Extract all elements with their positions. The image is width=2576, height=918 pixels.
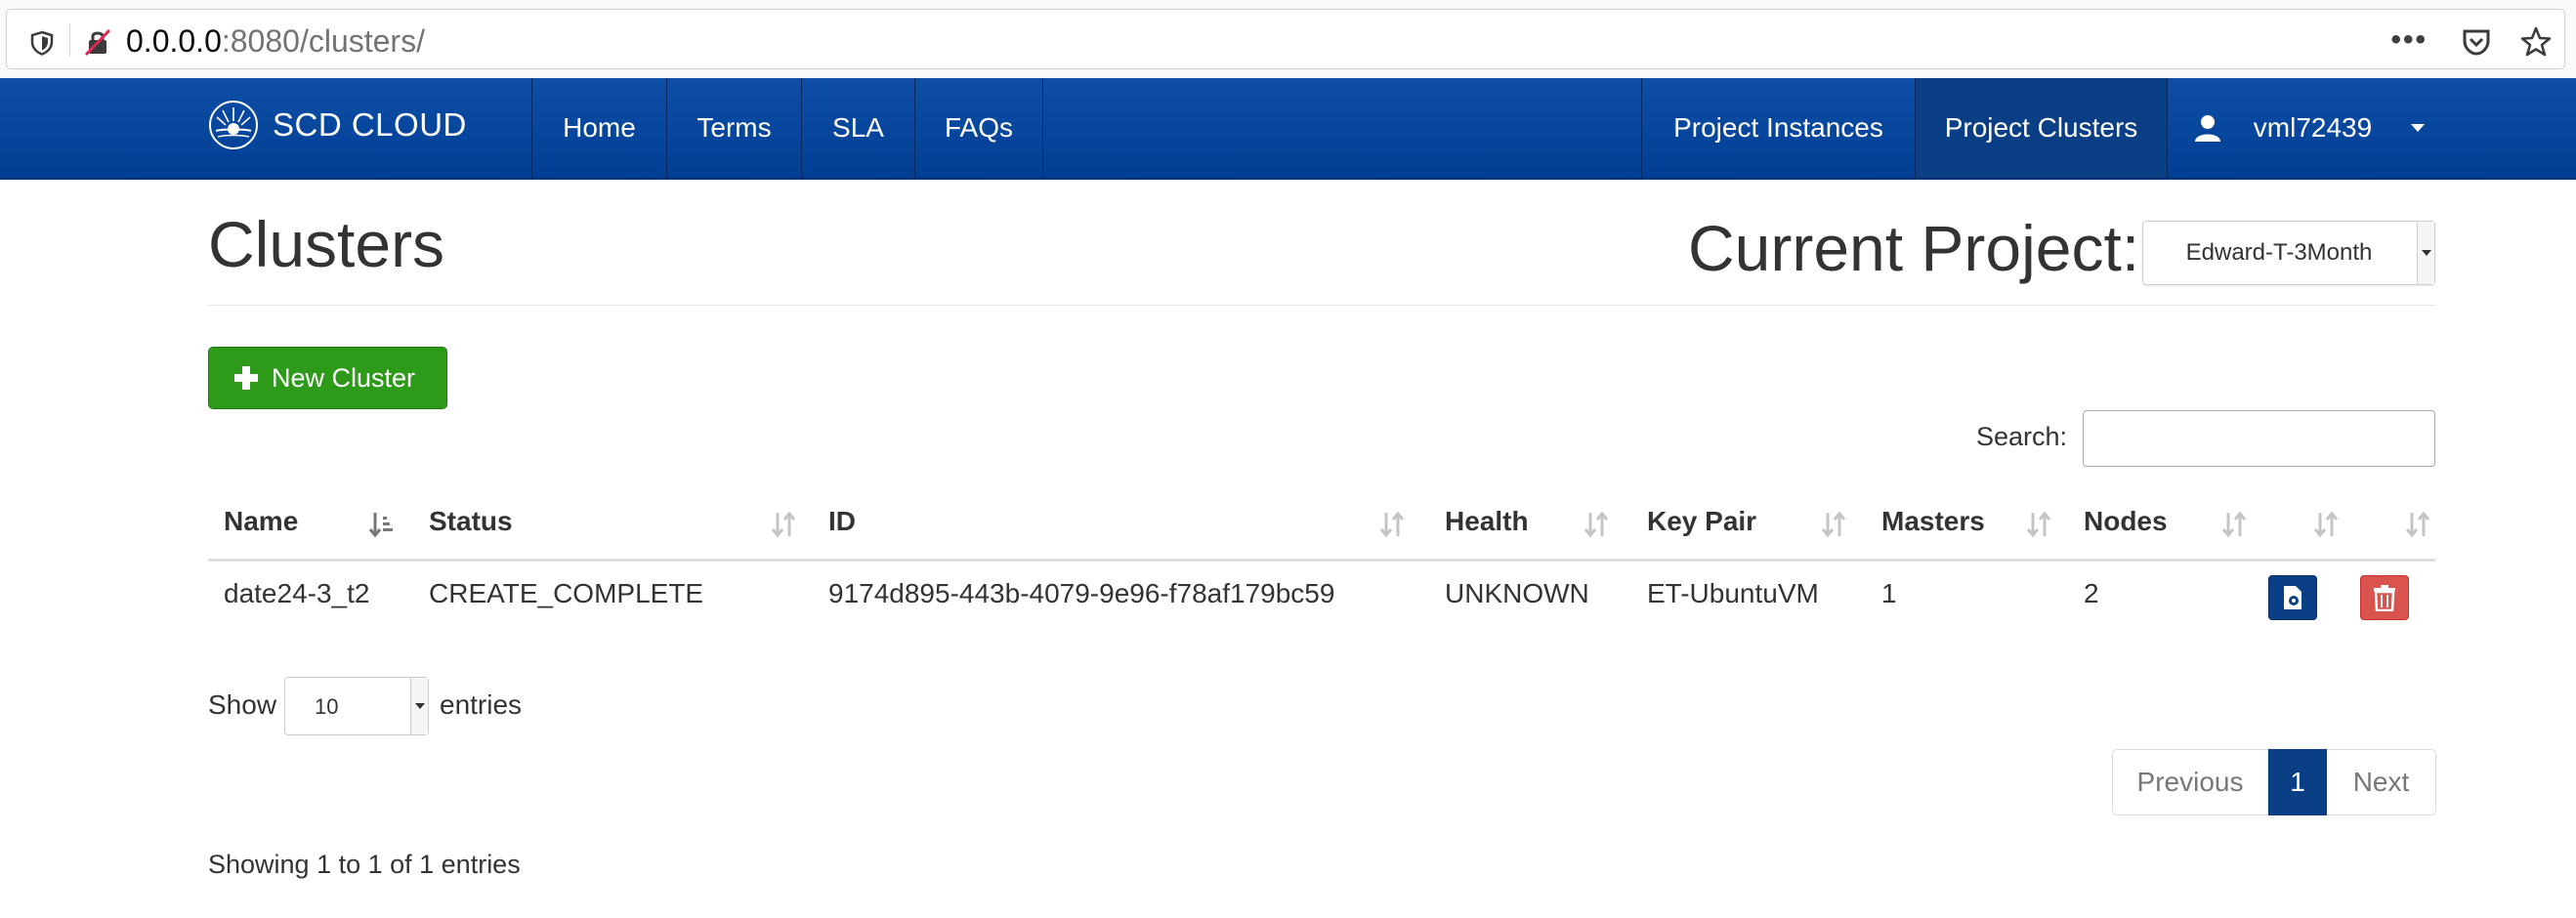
project-select[interactable]: Edward-T-3Month <box>2142 221 2435 285</box>
nav-home[interactable]: Home <box>531 78 666 178</box>
search-label: Search: <box>1976 422 2068 451</box>
page-actions-icon[interactable]: ••• <box>2390 23 2428 57</box>
nav-project-instances[interactable]: Project Instances <box>1641 78 1915 178</box>
pagination: Previous 1 Next <box>2112 749 2436 815</box>
cell-name: date24-3_t2 <box>224 578 370 608</box>
username: vml72439 <box>2253 112 2373 143</box>
project-select-value: Edward-T-3Month <box>2185 239 2373 266</box>
page-length-value: 10 <box>315 694 339 719</box>
current-project-label: Current Project: <box>1688 212 2140 284</box>
column-label: Nodes <box>2084 506 2168 536</box>
site-navbar: SCD CLOUD Home Terms SLA FAQs Project In… <box>0 78 2576 180</box>
address-bar[interactable]: 0.0.0.0:8080/clusters/ ••• <box>6 9 2565 69</box>
sort-icon[interactable] <box>2025 509 2052 540</box>
insecure-lock-icon[interactable] <box>83 27 112 57</box>
header-divider <box>208 305 2435 306</box>
column-label: Name <box>224 506 299 536</box>
column-label: Masters <box>1881 506 1985 536</box>
table-info: Showing 1 to 1 of 1 entries <box>208 850 521 879</box>
new-cluster-button[interactable]: New Cluster <box>208 347 447 409</box>
delete-cluster-button[interactable] <box>2360 575 2409 620</box>
bookmark-star-icon[interactable] <box>2519 25 2553 59</box>
column-header-status[interactable]: Status <box>429 493 654 562</box>
trash-icon <box>2374 585 2395 611</box>
browser-toolbar: 0.0.0.0:8080/clusters/ ••• <box>0 0 2576 78</box>
nav-faqs[interactable]: FAQs <box>914 78 1043 178</box>
plus-icon <box>234 366 258 390</box>
edit-icon <box>2284 586 2302 609</box>
chevron-down-icon <box>2417 222 2434 284</box>
column-label: Status <box>429 506 513 536</box>
cell-health: UNKNOWN <box>1445 578 1589 608</box>
column-header-nodes[interactable]: Nodes <box>2084 493 2201 562</box>
search-input[interactable] <box>2083 410 2435 467</box>
page-1-button[interactable]: 1 <box>2268 749 2327 815</box>
cell-status: CREATE_COMPLETE <box>429 578 704 608</box>
cell-masters: 1 <box>1881 578 1897 608</box>
previous-page-button[interactable]: Previous <box>2112 749 2268 815</box>
cell-nodes: 2 <box>2084 578 2099 608</box>
nav-project-clusters[interactable]: Project Clusters <box>1915 78 2167 178</box>
new-cluster-label: New Cluster <box>272 362 416 393</box>
edit-cluster-button[interactable] <box>2268 575 2317 620</box>
sort-icon[interactable] <box>770 509 797 540</box>
brand-name: SCD CLOUD <box>273 106 467 143</box>
table-header: Name Status ID Health Key Pair Masters N… <box>208 493 2435 562</box>
sort-icon[interactable] <box>2220 509 2248 540</box>
cloud-logo-icon <box>209 101 258 149</box>
nav-sla[interactable]: SLA <box>801 78 914 178</box>
user-icon <box>2194 115 2220 142</box>
brand-link[interactable]: SCD CLOUD <box>208 98 467 152</box>
cell-key-pair: ET-UbuntuVM <box>1647 578 1819 608</box>
sort-ascending-icon[interactable] <box>367 509 395 540</box>
chevron-down-icon <box>2411 124 2426 132</box>
page-length-select[interactable]: 10 <box>284 677 429 735</box>
url-host: 0.0.0.0 <box>126 23 222 59</box>
column-header-key-pair[interactable]: Key Pair <box>1647 493 1823 562</box>
cell-id: 9174d895-443b-4079-9e96-f78af179bc59 <box>828 578 1335 608</box>
sort-icon[interactable] <box>1820 509 1847 540</box>
show-label: Show <box>208 689 277 720</box>
address-separator <box>69 23 70 57</box>
user-menu[interactable]: vml72439 <box>2167 78 2450 178</box>
sort-icon[interactable] <box>2404 509 2431 540</box>
entries-label: entries <box>440 689 523 720</box>
table-row: date24-3_t2 CREATE_COMPLETE 9174d895-443… <box>208 562 2435 634</box>
column-header-health[interactable]: Health <box>1445 493 1591 562</box>
pocket-icon[interactable] <box>2461 27 2492 57</box>
shield-icon[interactable] <box>28 29 56 57</box>
clusters-table: Name Status ID Health Key Pair Masters N… <box>208 493 2435 634</box>
column-label: ID <box>828 506 856 536</box>
chevron-down-icon <box>410 678 428 734</box>
sort-icon[interactable] <box>2312 509 2340 540</box>
sort-icon[interactable] <box>1378 509 1406 540</box>
next-page-button[interactable]: Next <box>2327 749 2436 815</box>
sort-icon[interactable] <box>1583 509 1610 540</box>
nav-terms[interactable]: Terms <box>666 78 801 178</box>
column-label: Key Pair <box>1647 506 1757 536</box>
column-label: Health <box>1445 506 1529 536</box>
url-text[interactable]: 0.0.0.0:8080/clusters/ <box>126 22 425 60</box>
url-path: :8080/clusters/ <box>221 23 425 59</box>
page-title: Clusters <box>208 208 445 280</box>
column-header-id[interactable]: ID <box>828 493 1151 562</box>
